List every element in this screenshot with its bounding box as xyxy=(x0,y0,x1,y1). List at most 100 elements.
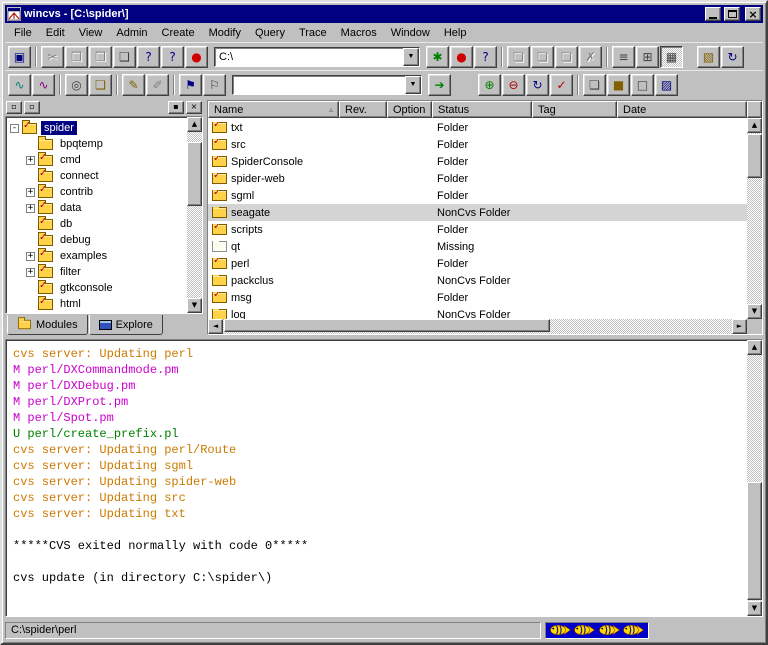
column-option[interactable]: Option xyxy=(387,101,432,118)
tree-item-db[interactable]: db xyxy=(7,216,187,232)
file-row-src[interactable]: srcFolder xyxy=(208,136,747,153)
folder-tree-body[interactable]: -spiderbpqtemp+cmdconnect+contrib+datadb… xyxy=(6,117,187,313)
menu-item-admin[interactable]: Admin xyxy=(109,25,154,41)
icons-view-button[interactable]: ⊞ xyxy=(636,46,659,68)
tree-expander-plus-icon[interactable]: + xyxy=(26,252,35,261)
tree-item-examples[interactable]: +examples xyxy=(7,248,187,264)
scroll-thumb[interactable] xyxy=(224,319,550,332)
diff-button[interactable]: ◎ xyxy=(65,74,88,96)
pin-pane-button[interactable]: ▪ xyxy=(168,101,184,114)
tree-item-filter[interactable]: +filter xyxy=(7,264,187,280)
column-rev[interactable]: Rev. xyxy=(339,101,387,118)
run-macro-button[interactable]: ✱ xyxy=(426,46,449,68)
scroll-track[interactable] xyxy=(223,319,732,334)
edit-button[interactable]: ✎ xyxy=(122,74,145,96)
file-row-msg[interactable]: msgFolder xyxy=(208,289,747,306)
console-scrollbar[interactable]: ▲ ▼ xyxy=(747,340,762,616)
tree-expander-plus-icon[interactable]: + xyxy=(26,188,35,197)
menu-item-window[interactable]: Window xyxy=(384,25,437,41)
column-tag[interactable]: Tag xyxy=(532,101,617,118)
scroll-up-button[interactable]: ▲ xyxy=(747,340,762,355)
menu-item-file[interactable]: File xyxy=(7,25,39,41)
tree-item-connect[interactable]: connect xyxy=(7,168,187,184)
scroll-up-button[interactable]: ▲ xyxy=(747,118,762,133)
console-output[interactable]: cvs server: Updating perlM perl/DXComman… xyxy=(6,340,747,616)
menu-item-query[interactable]: Query xyxy=(248,25,292,41)
file-row-spider-web[interactable]: spider-webFolder xyxy=(208,170,747,187)
paste-button[interactable]: ❒ xyxy=(89,46,112,68)
tree-scrollbar[interactable]: ▲ ▼ xyxy=(187,117,202,313)
status-button[interactable]: ❏ xyxy=(583,74,606,96)
menu-item-macros[interactable]: Macros xyxy=(334,25,384,41)
list-scrollbar[interactable]: ▲ ▼ xyxy=(747,118,762,319)
record-macro-button[interactable]: ● xyxy=(450,46,473,68)
tree-expander-plus-icon[interactable]: + xyxy=(26,204,35,213)
tree-item-spider[interactable]: -spider xyxy=(7,120,187,136)
flat-view-button[interactable]: ≡ xyxy=(612,46,635,68)
filter-combo[interactable]: ▼ xyxy=(232,75,422,95)
scroll-thumb[interactable] xyxy=(747,134,762,178)
file-row-packclus[interactable]: packclusNonCvs Folder xyxy=(208,272,747,289)
column-date[interactable]: Date xyxy=(617,101,747,118)
tag-button[interactable]: ⚑ xyxy=(179,74,202,96)
file-row-SpiderConsole[interactable]: SpiderConsoleFolder xyxy=(208,153,747,170)
tree-expander-plus-icon[interactable]: + xyxy=(26,156,35,165)
dock-grip-button[interactable]: ▫ xyxy=(6,101,22,114)
cvs-help-button[interactable]: ? xyxy=(474,46,497,68)
refresh-view-button[interactable]: ↻ xyxy=(721,46,744,68)
titlebar[interactable]: wincvs - [C:\spider\] × xyxy=(5,5,763,23)
file-row-scripts[interactable]: scriptsFolder xyxy=(208,221,747,238)
scroll-track[interactable] xyxy=(187,132,202,298)
filter-combo-dropdown-button[interactable]: ▼ xyxy=(405,76,421,94)
file-row-log[interactable]: logNonCvs Folder xyxy=(208,306,747,319)
scroll-thumb[interactable] xyxy=(187,142,202,206)
list-hscrollbar[interactable]: ◄ ► xyxy=(208,319,747,334)
menu-item-modify[interactable]: Modify xyxy=(202,25,248,41)
menu-item-trace[interactable]: Trace xyxy=(292,25,334,41)
stop-cvs-button[interactable]: ● xyxy=(185,46,208,68)
tab-modules[interactable]: Modules xyxy=(7,315,88,335)
file-row-sgml[interactable]: sgmlFolder xyxy=(208,187,747,204)
scroll-thumb[interactable] xyxy=(747,482,762,600)
update-button[interactable]: ↻ xyxy=(526,74,549,96)
scroll-up-button[interactable]: ▲ xyxy=(187,117,202,132)
file-row-seagate[interactable]: seagateNonCvs Folder xyxy=(208,204,747,221)
tree-item-bpqtemp[interactable]: bpqtemp xyxy=(7,136,187,152)
scroll-track[interactable] xyxy=(747,133,762,304)
menu-item-view[interactable]: View xyxy=(72,25,110,41)
menu-item-create[interactable]: Create xyxy=(155,25,202,41)
menu-item-help[interactable]: Help xyxy=(437,25,474,41)
menu-item-edit[interactable]: Edit xyxy=(39,25,72,41)
column-name[interactable]: Name▵ xyxy=(208,101,339,118)
context-help-button[interactable]: ? xyxy=(161,46,184,68)
tree-item-contrib[interactable]: +contrib xyxy=(7,184,187,200)
untag-button[interactable]: ⚐ xyxy=(203,74,226,96)
scroll-right-button[interactable]: ► xyxy=(732,319,747,334)
export-button[interactable]: ❏ xyxy=(555,46,578,68)
file-row-qt[interactable]: qtMissing xyxy=(208,238,747,255)
commit-button[interactable]: ✓ xyxy=(550,74,573,96)
log-graph-button[interactable]: ∿ xyxy=(32,74,55,96)
lock-button[interactable]: ■ xyxy=(607,74,630,96)
checkout-button[interactable]: ❏ xyxy=(507,46,530,68)
apply-filter-button[interactable]: ➔ xyxy=(428,74,451,96)
column-status[interactable]: Status xyxy=(432,101,532,118)
tree-item-gtkconsole[interactable]: gtkconsole xyxy=(7,280,187,296)
browse-location-button[interactable]: ▧ xyxy=(697,46,720,68)
tab-explore[interactable]: Explore xyxy=(89,315,163,335)
file-row-txt[interactable]: txtFolder xyxy=(208,119,747,136)
print-button[interactable]: ❑ xyxy=(113,46,136,68)
tree-item-data[interactable]: +data xyxy=(7,200,187,216)
minimize-button[interactable] xyxy=(705,7,721,21)
scroll-left-button[interactable]: ◄ xyxy=(208,319,223,334)
tree-expander-plus-icon[interactable]: + xyxy=(26,268,35,277)
up-folder-button[interactable]: ▫ xyxy=(24,101,40,114)
log-button[interactable]: ❏ xyxy=(89,74,112,96)
details-view-button[interactable]: ▦ xyxy=(660,46,683,68)
copy-button[interactable]: ❐ xyxy=(65,46,88,68)
scroll-down-button[interactable]: ▼ xyxy=(747,304,762,319)
tree-item-html[interactable]: html xyxy=(7,296,187,312)
delete-button[interactable]: ✗ xyxy=(579,46,602,68)
path-combo[interactable]: C:\▼ xyxy=(214,47,420,67)
close-pane-button[interactable]: × xyxy=(186,101,202,114)
